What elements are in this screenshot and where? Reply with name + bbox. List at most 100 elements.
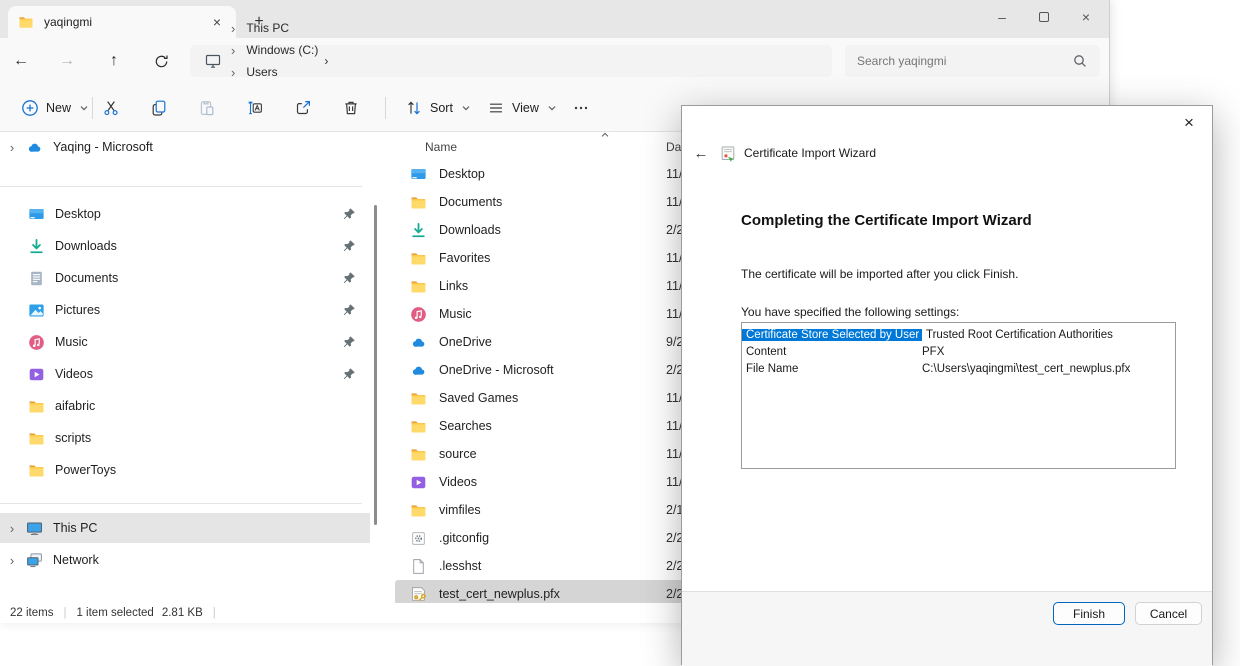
file-row[interactable]: Links 11/ xyxy=(395,272,685,300)
breadcrumb-chevron-icon[interactable]: › xyxy=(324,54,328,68)
copy-button[interactable] xyxy=(140,92,178,124)
sidebar-item-label: scripts xyxy=(55,431,342,445)
forward-button[interactable]: → xyxy=(52,47,82,75)
sidebar-tree-item[interactable]: › This PC xyxy=(0,513,370,543)
file-icon xyxy=(410,278,427,295)
chevron-right-icon[interactable]: › xyxy=(4,521,20,536)
sidebar-item[interactable]: Documents xyxy=(0,262,370,294)
cancel-button[interactable]: Cancel xyxy=(1135,602,1202,625)
this-pc-icon xyxy=(204,52,222,70)
copy-icon xyxy=(150,99,168,117)
new-button[interactable]: New xyxy=(12,92,99,124)
file-name: test_cert_newplus.pfx xyxy=(439,587,685,601)
file-icon xyxy=(410,306,427,323)
sidebar-item[interactable]: PowerToys xyxy=(0,454,370,486)
setting-key: File Name xyxy=(742,363,920,375)
dialog-title: Certificate Import Wizard xyxy=(744,146,876,160)
breadcrumb-item[interactable]: Windows (C:) xyxy=(240,39,324,61)
file-name: Desktop xyxy=(439,167,685,181)
chevron-down-icon xyxy=(460,102,472,114)
file-name: source xyxy=(439,447,685,461)
rename-button[interactable] xyxy=(236,92,274,124)
share-button[interactable] xyxy=(284,92,322,124)
breadcrumb-chevron-icon[interactable]: › xyxy=(226,65,240,80)
sidebar-item[interactable]: Downloads xyxy=(0,230,370,262)
sidebar-item-icon xyxy=(28,366,45,383)
file-row[interactable]: Saved Games 11/ xyxy=(395,384,685,412)
up-button[interactable]: ↑ xyxy=(99,47,129,75)
paste-button[interactable] xyxy=(188,92,226,124)
file-row[interactable]: .lesshst 2/2 xyxy=(395,552,685,580)
sidebar-item-icon xyxy=(28,430,45,447)
sort-button[interactable]: Sort xyxy=(396,92,481,124)
file-row[interactable]: source 11/ xyxy=(395,440,685,468)
file-row[interactable]: Music 11/ xyxy=(395,300,685,328)
paste-icon xyxy=(198,99,216,117)
name-column-header[interactable]: Name xyxy=(425,140,457,154)
finish-button[interactable]: Finish xyxy=(1053,602,1125,625)
breadcrumb-chevron-icon[interactable]: › xyxy=(226,21,240,36)
file-row[interactable]: Searches 11/ xyxy=(395,412,685,440)
settings-row[interactable]: File Name C:\Users\yaqingmi\test_cert_ne… xyxy=(742,360,1175,377)
file-icon xyxy=(410,474,427,491)
sidebar-item[interactable]: Desktop xyxy=(0,198,370,230)
tab-close-icon[interactable]: × xyxy=(208,13,226,31)
plus-circle-icon xyxy=(21,99,39,117)
breadcrumb-item[interactable]: This PC xyxy=(240,17,295,39)
view-label: View xyxy=(512,101,539,115)
refresh-button[interactable] xyxy=(146,47,176,75)
sidebar-item[interactable]: Pictures xyxy=(0,294,370,326)
sidebar-item[interactable]: Music xyxy=(0,326,370,358)
sidebar-scrollbar[interactable] xyxy=(374,205,377,525)
sidebar-item[interactable]: aifabric xyxy=(0,390,370,422)
file-row[interactable]: Videos 11/ xyxy=(395,468,685,496)
chevron-right-icon[interactable]: › xyxy=(4,140,20,155)
file-row[interactable]: OneDrive 9/2 xyxy=(395,328,685,356)
maximize-icon xyxy=(1039,12,1049,22)
tab-yaqingmi[interactable]: yaqingmi × xyxy=(8,6,236,38)
file-row[interactable]: vimfiles 2/1 xyxy=(395,496,685,524)
file-row[interactable]: Favorites 11/ xyxy=(395,244,685,272)
date-column-header[interactable]: Da xyxy=(666,140,681,154)
delete-button[interactable] xyxy=(332,92,370,124)
pin-icon xyxy=(342,367,356,381)
view-button[interactable]: View xyxy=(478,92,567,124)
file-row[interactable]: .gitconfig 2/2 xyxy=(395,524,685,552)
sidebar-tree-item[interactable]: › Network xyxy=(0,545,370,575)
breadcrumb-item[interactable]: Users xyxy=(240,61,283,83)
file-icon xyxy=(410,502,427,519)
address-bar-row: ← → ↑ › This PC › Windows (C:) xyxy=(0,38,1109,84)
file-icon xyxy=(410,166,427,183)
close-button[interactable]: × xyxy=(1065,0,1107,34)
file-row[interactable]: OneDrive - Microsoft 2/2 xyxy=(395,356,685,384)
sidebar-item-icon xyxy=(28,238,45,255)
back-button[interactable]: ← xyxy=(6,47,36,75)
file-date: 11/ xyxy=(666,447,682,461)
certificate-import-wizard-dialog: × ← Certificate Import Wizard Completing… xyxy=(681,105,1213,665)
settings-row[interactable]: Certificate Store Selected by User Trust… xyxy=(742,326,1175,343)
file-row[interactable]: Desktop 11/ xyxy=(395,160,685,188)
cut-button[interactable] xyxy=(92,92,130,124)
settings-table[interactable]: Certificate Store Selected by User Trust… xyxy=(741,322,1176,469)
file-name: Music xyxy=(439,307,685,321)
chevron-right-icon[interactable]: › xyxy=(4,553,20,568)
dialog-close-button[interactable]: × xyxy=(1178,112,1200,134)
file-row[interactable]: Documents 11/ xyxy=(395,188,685,216)
search-input[interactable]: Search yaqingmi xyxy=(845,45,1100,77)
file-date: 11/ xyxy=(666,251,682,265)
minimize-button[interactable]: – xyxy=(981,0,1023,34)
maximize-button[interactable] xyxy=(1023,0,1065,34)
breadcrumb-chevron-icon[interactable]: › xyxy=(226,43,240,58)
settings-row[interactable]: Content PFX xyxy=(742,343,1175,360)
sidebar-item[interactable]: scripts xyxy=(0,422,370,454)
wizard-description: The certificate will be imported after y… xyxy=(741,267,1018,281)
more-button[interactable] xyxy=(562,92,600,124)
sidebar-item-onedrive[interactable]: › Yaqing - Microsoft xyxy=(0,133,370,161)
file-row[interactable]: Downloads 2/2 xyxy=(395,216,685,244)
dialog-back-button[interactable]: ← xyxy=(690,142,712,164)
chevron-down-icon xyxy=(546,102,558,114)
rename-icon xyxy=(246,99,264,117)
file-name: Downloads xyxy=(439,223,685,237)
file-name: Saved Games xyxy=(439,391,685,405)
sidebar-item[interactable]: Videos xyxy=(0,358,370,390)
